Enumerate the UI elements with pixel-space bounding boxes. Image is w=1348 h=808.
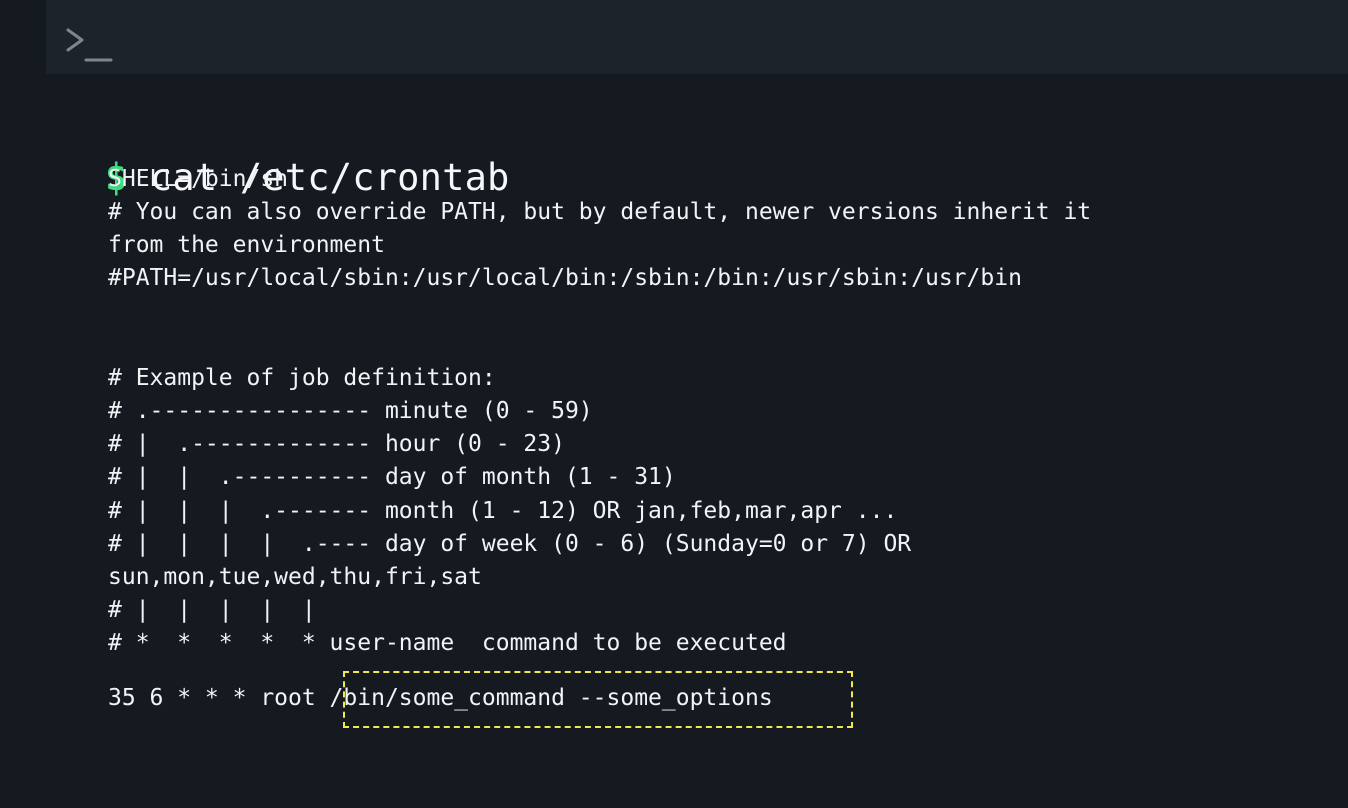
output-line-fields: # * * * * * user-name command to be exec… bbox=[108, 630, 787, 656]
output-line-day-names: sun,mon,tue,wed,thu,fri,sat bbox=[108, 564, 482, 590]
output-line-minute: # .---------------- minute (0 - 59) bbox=[108, 398, 593, 424]
command-highlight-box bbox=[343, 671, 853, 728]
output-line-day-of-month: # | | .---------- day of month (1 - 31) bbox=[108, 464, 676, 490]
output-line-shell: SHELL=/bin/sh bbox=[108, 166, 289, 192]
terminal-titlebar bbox=[46, 0, 1348, 74]
output-line-comment-path-2: from the environment bbox=[108, 232, 385, 258]
output-line-day-of-week: # | | | | .---- day of week (0 - 6) (Sun… bbox=[108, 531, 912, 557]
command-line: $ cat /etc/crontab bbox=[60, 106, 510, 199]
output-line-pipes: # | | | | | bbox=[108, 597, 316, 623]
output-line-hour: # | .------------- hour (0 - 23) bbox=[108, 431, 565, 457]
output-line-path: #PATH=/usr/local/sbin:/usr/local/bin:/sb… bbox=[108, 265, 1022, 291]
output-line-month: # | | | .------- month (1 - 12) OR jan,f… bbox=[108, 498, 898, 524]
terminal-prompt-icon bbox=[66, 28, 113, 62]
output-line-comment-path-1: # You can also override PATH, but by def… bbox=[108, 199, 1092, 225]
output-line-example-heading: # Example of job definition: bbox=[108, 365, 496, 391]
